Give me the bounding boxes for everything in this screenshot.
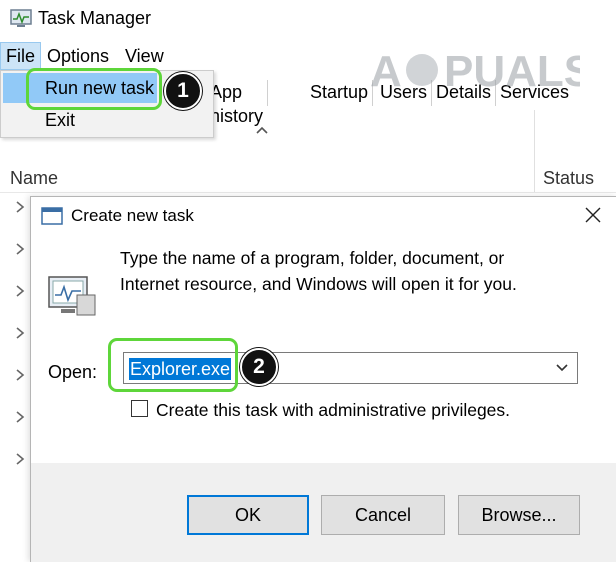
highlight-run-new-task <box>26 68 162 110</box>
appuals-watermark-logo: A PUALS <box>370 47 580 96</box>
task-manager-title-bar: Task Manager <box>0 0 616 38</box>
menu-view[interactable]: View <box>120 42 169 70</box>
tab-app-history[interactable]: App history <box>206 80 269 126</box>
expand-chevron-icon[interactable] <box>14 284 26 298</box>
dialog-button-bar: OK Cancel Browse... <box>31 463 616 562</box>
dialog-title: Create new task <box>71 206 194 225</box>
dialog-description: Type the name of a program, folder, docu… <box>120 245 560 297</box>
menu-file[interactable]: File <box>0 42 42 70</box>
menu-options[interactable]: Options <box>42 42 114 70</box>
task-manager-title: Task Manager <box>38 8 152 28</box>
admin-privileges-label[interactable]: Create this task with administrative pri… <box>156 400 510 421</box>
chevron-down-icon[interactable] <box>555 363 569 373</box>
expand-chevron-icon[interactable] <box>14 242 26 256</box>
run-dialog-icon <box>41 207 63 225</box>
step-badge-2: 2 <box>240 348 278 386</box>
task-manager-icon <box>10 9 32 27</box>
svg-text:A: A <box>370 47 402 96</box>
expand-chevron-icon[interactable] <box>14 368 26 382</box>
svg-text:PUALS: PUALS <box>444 47 580 96</box>
highlight-open-value <box>108 338 238 392</box>
browse-button[interactable]: Browse... <box>458 495 580 535</box>
column-header-name[interactable]: Name <box>10 168 58 189</box>
description-line-1: Type the name of a program, folder, docu… <box>120 248 505 268</box>
tab-startup[interactable]: Startup <box>306 80 374 106</box>
expand-chevron-icon[interactable] <box>14 410 26 424</box>
column-divider <box>534 110 535 192</box>
column-header-status[interactable]: Status <box>543 168 594 189</box>
expand-chevron-icon[interactable] <box>14 326 26 340</box>
expand-chevron-icon[interactable] <box>14 200 26 214</box>
run-program-icon <box>48 276 96 316</box>
description-line-2: Internet resource, and Windows will open… <box>120 274 517 294</box>
admin-privileges-checkbox[interactable] <box>131 400 148 417</box>
sort-chevron-up-icon[interactable] <box>255 124 269 136</box>
close-icon[interactable] <box>583 205 603 225</box>
open-label: Open: <box>48 362 98 382</box>
cancel-button[interactable]: Cancel <box>321 495 445 535</box>
expand-chevron-icon[interactable] <box>14 452 26 466</box>
header-divider <box>0 192 616 193</box>
step-badge-1: 1 <box>164 72 202 110</box>
ok-button[interactable]: OK <box>187 495 309 535</box>
